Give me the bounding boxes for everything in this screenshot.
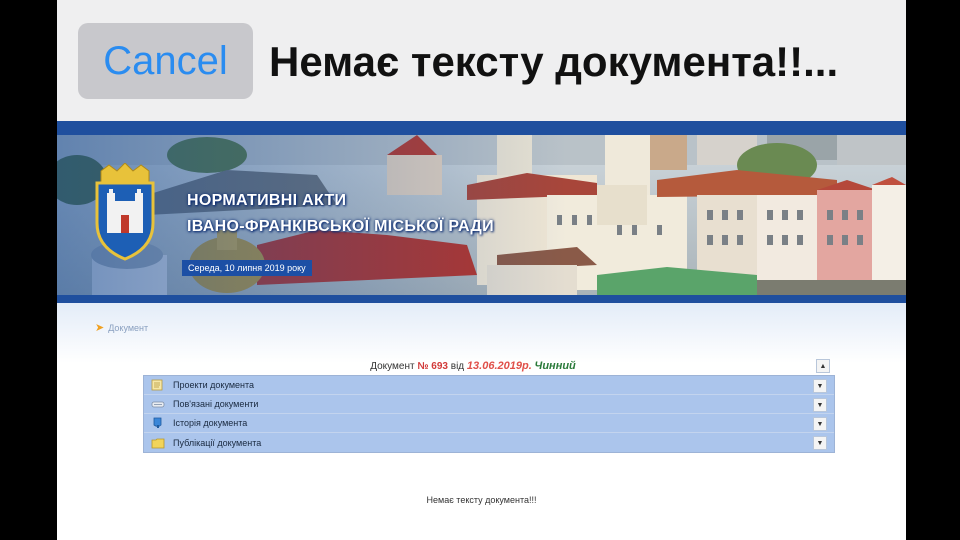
triangle-down-icon: ▼ xyxy=(816,401,824,409)
expand-button[interactable]: ▼ xyxy=(813,417,827,431)
triangle-down-icon: ▼ xyxy=(816,382,824,390)
expand-button[interactable]: ▼ xyxy=(813,436,827,450)
top-bar: Cancel Немає тексту документа!!... xyxy=(57,0,906,121)
doc-prefix: Документ xyxy=(370,361,415,372)
content-gradient xyxy=(57,303,906,363)
doc-date: 13.06.2019р. xyxy=(466,360,532,372)
banner-stripe xyxy=(57,121,906,135)
banner-title-line1: НОРМАТИВНІ АКТИ xyxy=(187,192,347,209)
section-row-drafts[interactable]: Проекти документа ▼ xyxy=(144,376,834,395)
banner-title: НОРМАТИВНІ АКТИ ІВАНО-ФРАНКІВСЬКОЇ МІСЬК… xyxy=(187,188,494,240)
expand-button[interactable]: ▼ xyxy=(813,398,827,412)
browser-frame: Cancel Немає тексту документа!!... НОРМА… xyxy=(57,0,906,540)
link-icon xyxy=(151,401,165,408)
banner-title-line2: ІВАНО-ФРАНКІВСЬКОЇ МІСЬКОЇ РАДИ xyxy=(187,218,494,235)
section-row-history[interactable]: Історія документа ▼ xyxy=(144,414,834,433)
breadcrumb-arrow-icon: ➤ xyxy=(95,322,105,334)
section-label: Публікації документа xyxy=(173,437,262,448)
no-document-text-message: Немає тексту документа!!! xyxy=(426,495,537,505)
triangle-down-icon: ▼ xyxy=(816,420,824,428)
section-row-publications[interactable]: Публікації документа ▼ xyxy=(144,433,834,452)
section-label: Історія документа xyxy=(173,418,248,428)
collapse-all-button[interactable]: ▲ xyxy=(816,359,830,373)
history-icon xyxy=(153,417,162,428)
city-coat-of-arms-icon xyxy=(95,163,155,261)
section-label: Пов'язані документи xyxy=(173,399,259,409)
banner-date: Середа, 10 липня 2019 року xyxy=(182,260,312,276)
breadcrumb: ➤ Документ xyxy=(95,321,148,334)
cancel-button[interactable]: Cancel xyxy=(78,23,253,99)
breadcrumb-item[interactable]: Документ xyxy=(108,323,148,333)
publication-icon xyxy=(151,438,165,448)
folder-doc-icon xyxy=(151,379,163,391)
document-sections-panel: Проекти документа ▼ Пов'язані документи … xyxy=(143,375,835,453)
triangle-up-icon: ▲ xyxy=(819,362,827,370)
section-row-related[interactable]: Пов'язані документи ▼ xyxy=(144,395,834,414)
doc-number: № 693 xyxy=(417,361,448,372)
document-header: Документ № 693 від 13.06.2019р. Чинний ▲ xyxy=(143,357,835,375)
doc-from: від xyxy=(450,361,465,372)
doc-status-badge: Чинний xyxy=(534,360,576,372)
document-header-text: Документ № 693 від 13.06.2019р. Чинний xyxy=(143,360,803,372)
triangle-down-icon: ▼ xyxy=(816,439,824,447)
banner-stripe-bottom xyxy=(57,295,906,303)
expand-button[interactable]: ▼ xyxy=(813,379,827,393)
section-label: Проекти документа xyxy=(173,380,255,390)
page-title: Немає тексту документа!!... xyxy=(269,38,839,85)
